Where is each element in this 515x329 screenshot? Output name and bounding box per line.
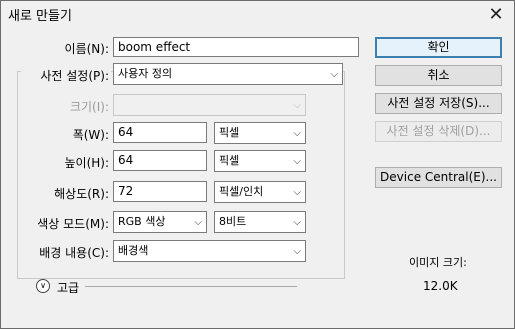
new-document-dialog: 새로 만들기 ✕ 이름(N): boom effect 사전 설정(P): 사용… (0, 0, 515, 329)
preset-value: 사용자 정의 (118, 67, 173, 80)
image-size-label: 이미지 크기: (409, 256, 467, 269)
height-input[interactable]: 64 (113, 150, 207, 171)
advanced-label[interactable]: 고급 (57, 279, 79, 296)
resolution-input[interactable]: 72 (113, 181, 207, 202)
height-label: 높이(H): (64, 156, 109, 170)
preset-label: 사전 설정(P): (21, 67, 111, 84)
chevron-down-icon: ⌵ (293, 128, 301, 139)
image-size-value: 12.0K (423, 279, 458, 293)
resolution-unit-value: 픽셀/인치 (219, 185, 264, 198)
color-mode-value: RGB 색상 (118, 215, 166, 228)
width-label: 폭(W): (72, 128, 109, 142)
close-icon: ✕ (488, 4, 504, 25)
color-mode-label: 색상 모드(M): (37, 217, 109, 231)
width-unit-value: 픽셀 (219, 126, 240, 139)
dialog-title: 새로 만들기 (8, 9, 72, 24)
size-label: 크기(I): (69, 100, 109, 114)
chevron-down-icon: ⌵ (293, 156, 301, 167)
width-unit-select[interactable]: 픽셀 ⌵ (214, 122, 306, 144)
save-preset-button[interactable]: 사전 설정 저장(S)... (375, 93, 502, 114)
advanced-divider (85, 286, 297, 287)
name-label: 이름(N): (64, 42, 109, 56)
background-label: 배경 내용(C): (39, 246, 109, 260)
height-unit-value: 픽셀 (219, 154, 240, 167)
ok-button[interactable]: 확인 (375, 37, 502, 58)
bit-depth-value: 8비트 (219, 215, 247, 228)
double-chevron-down-icon[interactable]: ∨ (36, 279, 50, 293)
resolution-label: 해상도(R): (54, 187, 109, 201)
size-select[interactable]: ⌵ (113, 94, 306, 116)
name-input[interactable]: boom effect (113, 37, 359, 57)
bit-depth-select[interactable]: 8비트 ⌵ (214, 211, 306, 233)
chevron-down-icon: ⌵ (293, 246, 301, 257)
background-value: 배경색 (118, 244, 149, 257)
delete-preset-button[interactable]: 사전 설정 삭제(D)... (375, 121, 502, 142)
chevron-down-icon: ⌵ (293, 217, 301, 228)
chevron-down-icon: ⌵ (293, 187, 301, 198)
cancel-button[interactable]: 취소 (375, 65, 502, 86)
chevron-down-icon: ⌵ (330, 69, 338, 80)
device-central-button[interactable]: Device Central(E)... (375, 167, 502, 188)
resolution-unit-select[interactable]: 픽셀/인치 ⌵ (214, 181, 306, 203)
background-select[interactable]: 배경색 ⌵ (113, 240, 306, 262)
chevron-down-icon: ⌵ (194, 217, 202, 228)
close-button[interactable]: ✕ (479, 1, 513, 28)
chevron-down-icon: ⌵ (293, 100, 301, 111)
width-input[interactable]: 64 (113, 122, 207, 143)
color-mode-select[interactable]: RGB 색상 ⌵ (113, 211, 207, 233)
height-unit-select[interactable]: 픽셀 ⌵ (214, 150, 306, 172)
preset-select[interactable]: 사용자 정의 ⌵ (113, 63, 343, 85)
